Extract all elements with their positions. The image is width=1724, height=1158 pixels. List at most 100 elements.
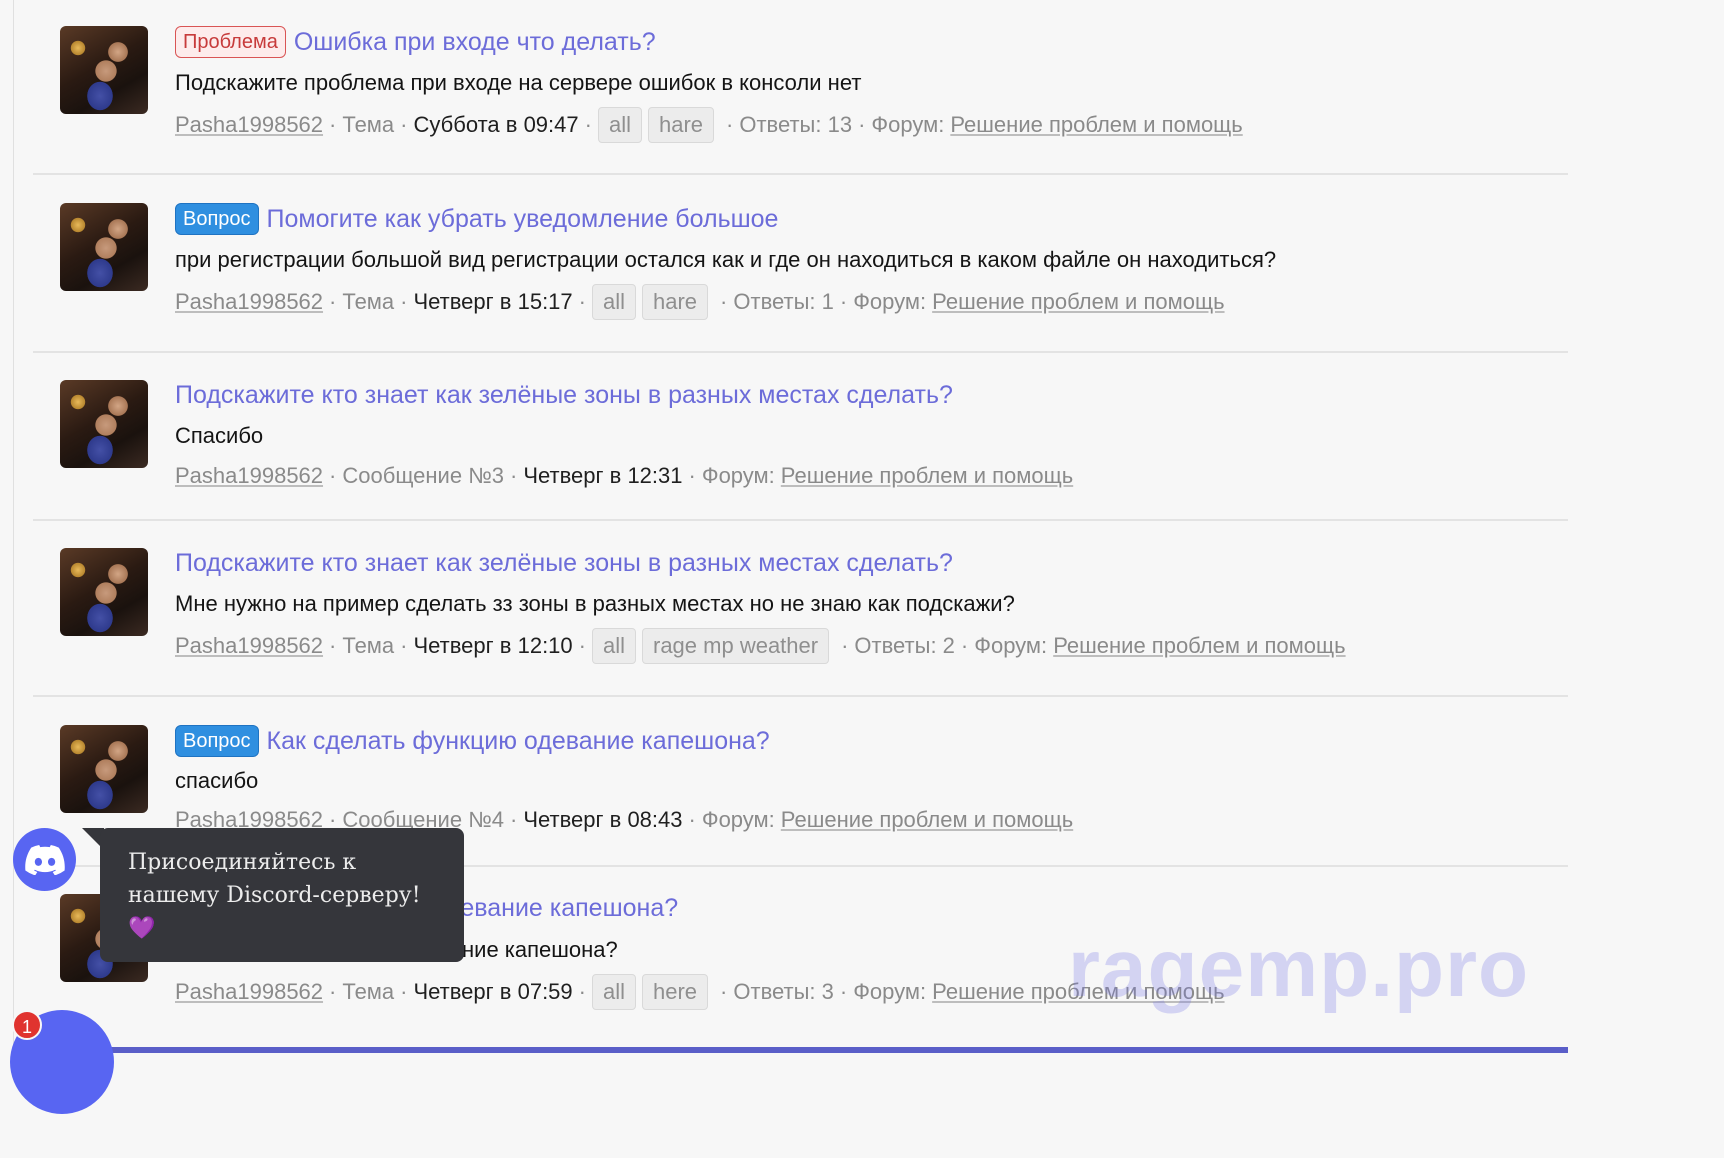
- result-title-link[interactable]: Как сделать функцию одевание капешона?: [267, 726, 770, 756]
- separator-dot: ·: [839, 289, 848, 314]
- bottom-accent-bar: [33, 1047, 1568, 1053]
- forum-label: Форум:: [853, 979, 927, 1004]
- result-meta: Pasha1998562 · Тема · Суббота в 09:47 · …: [175, 107, 1243, 143]
- prefix-label-problem[interactable]: Проблема: [175, 26, 286, 58]
- separator-dot: ·: [510, 807, 518, 832]
- result-snippet: Мне нужно на пример сделать зз зоны в ра…: [175, 591, 1015, 616]
- separator-dot: ·: [329, 979, 337, 1004]
- author-link[interactable]: Pasha1998562: [175, 111, 323, 139]
- separator-dot: ·: [720, 289, 728, 314]
- result-snippet: при регистрации большой вид регистрации …: [175, 247, 1277, 272]
- separator-dot: ·: [839, 979, 848, 1004]
- result-title-link[interactable]: Помогите как убрать уведомление большое: [267, 204, 779, 234]
- result-title-line: Подскажите кто знает как зелёные зоны в …: [175, 380, 953, 410]
- forum-label: Форум:: [974, 633, 1048, 658]
- separator-dot: ·: [400, 289, 408, 314]
- tag-chip[interactable]: rage mp weather: [642, 628, 830, 664]
- tag-chip[interactable]: hare: [642, 284, 709, 320]
- result-divider: [33, 351, 1568, 353]
- replies-count: Ответы: 3: [733, 979, 834, 1004]
- separator-dot: ·: [329, 463, 337, 488]
- separator-dot: ·: [858, 112, 866, 137]
- content-type: Тема: [342, 289, 395, 314]
- discord-tooltip: Присоединяйтесь к нашему Discord-серверу…: [100, 828, 464, 962]
- post-date: Четверг в 12:31: [523, 463, 683, 488]
- author-link[interactable]: Pasha1998562: [175, 978, 323, 1006]
- content-type: Тема: [342, 979, 395, 1004]
- forum-label: Форум:: [701, 463, 775, 488]
- separator-dot: ·: [329, 289, 337, 314]
- separator-dot: ·: [578, 633, 586, 658]
- separator-dot: ·: [688, 463, 696, 488]
- tag-chip[interactable]: all: [591, 974, 636, 1010]
- separator-dot: ·: [720, 979, 728, 1004]
- result-divider: [33, 173, 1568, 175]
- tag-chip[interactable]: hare: [647, 107, 715, 143]
- prefix-label-question[interactable]: Вопрос: [175, 725, 259, 757]
- forum-link[interactable]: Решение проблем и помощь: [932, 288, 1224, 316]
- site-watermark: ragemp.pro: [1068, 923, 1530, 1014]
- post-date: Четверг в 07:59: [413, 979, 573, 1004]
- separator-dot: ·: [578, 979, 586, 1004]
- separator-dot: ·: [584, 112, 592, 137]
- result-meta: Pasha1998562 · Тема · Четверг в 12:10 · …: [175, 628, 1346, 664]
- result-title-line: Подскажите кто знает как зелёные зоны в …: [175, 548, 953, 578]
- separator-dot: ·: [688, 807, 696, 832]
- author-link[interactable]: Pasha1998562: [175, 632, 323, 660]
- user-avatar[interactable]: [60, 725, 148, 813]
- user-avatar[interactable]: [60, 203, 148, 291]
- result-title-line: Вопрос Помогите как убрать уведомление б…: [175, 203, 778, 235]
- separator-dot: ·: [960, 633, 969, 658]
- result-title-line: Проблема Ошибка при входе что делать?: [175, 26, 656, 58]
- separator-dot: ·: [400, 112, 408, 137]
- post-date: Четверг в 08:43: [523, 807, 683, 832]
- separator-dot: ·: [329, 112, 337, 137]
- replies-count: Ответы: 2: [854, 633, 955, 658]
- post-date: Четверг в 12:10: [413, 633, 573, 658]
- separator-dot: ·: [510, 463, 518, 488]
- separator-dot: ·: [400, 979, 408, 1004]
- result-snippet: Спасибо: [175, 423, 264, 448]
- forum-label: Форум:: [701, 807, 775, 832]
- result-divider: [33, 695, 1568, 697]
- result-snippet: Подскажите проблема при входе на сервере…: [175, 70, 862, 95]
- replies-count: Ответы: 13: [739, 112, 853, 137]
- forum-link[interactable]: Решение проблем и помощь: [1053, 632, 1345, 660]
- user-avatar[interactable]: [60, 26, 148, 114]
- replies-count: Ответы: 1: [733, 289, 834, 314]
- result-divider: [33, 519, 1568, 521]
- forum-link[interactable]: Решение проблем и помощь: [950, 111, 1242, 139]
- separator-dot: ·: [578, 289, 586, 314]
- post-date: Суббота в 09:47: [413, 112, 579, 137]
- tag-chip[interactable]: all: [597, 107, 642, 143]
- separator-dot: ·: [841, 633, 849, 658]
- author-link[interactable]: Pasha1998562: [175, 288, 323, 316]
- result-title-link[interactable]: Ошибка при входе что делать?: [294, 27, 656, 57]
- separator-dot: ·: [726, 112, 734, 137]
- tag-chip[interactable]: here: [642, 974, 709, 1010]
- discord-icon: [24, 844, 65, 875]
- content-type: Тема: [342, 633, 395, 658]
- author-link[interactable]: Pasha1998562: [175, 462, 323, 490]
- left-border: [13, 0, 14, 1053]
- prefix-label-question[interactable]: Вопрос: [175, 203, 259, 235]
- result-title-link[interactable]: Подскажите кто знает как зелёные зоны в …: [175, 548, 953, 578]
- result-snippet: спасибо: [175, 768, 259, 793]
- content-type: Сообщение №3: [342, 463, 505, 488]
- discord-button[interactable]: [13, 828, 76, 891]
- forum-link[interactable]: Решение проблем и помощь: [781, 462, 1073, 490]
- forum-label: Форум:: [853, 289, 927, 314]
- forum-label: Форум:: [871, 112, 945, 137]
- result-title-line: Вопрос Как сделать функцию одевание капе…: [175, 725, 770, 757]
- notification-badge: 1: [12, 1010, 42, 1040]
- user-avatar[interactable]: [60, 380, 148, 468]
- post-date: Четверг в 15:17: [413, 289, 573, 314]
- user-avatar[interactable]: [60, 548, 148, 636]
- content-type: Тема: [342, 112, 395, 137]
- result-meta: Pasha1998562 · Сообщение №3 · Четверг в …: [175, 462, 1073, 490]
- forum-link[interactable]: Решение проблем и помощь: [781, 806, 1073, 834]
- tag-chip[interactable]: all: [591, 284, 636, 320]
- tag-chip[interactable]: all: [591, 628, 636, 664]
- result-title-link[interactable]: Подскажите кто знает как зелёные зоны в …: [175, 380, 953, 410]
- separator-dot: ·: [329, 633, 337, 658]
